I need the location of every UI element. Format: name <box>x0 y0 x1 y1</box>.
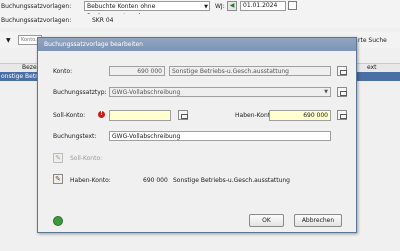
edit-booking-template-dialog: Buchungssatzvorlage bearbeiten Konto: 69… <box>37 37 357 233</box>
calendar-icon[interactable] <box>288 1 297 10</box>
booking-type-label: Buchungssatztyp: <box>53 89 107 96</box>
booking-type-details-button[interactable] <box>337 87 347 97</box>
booking-type-select: GWG-Vollabschreibung ▼ <box>109 87 331 97</box>
error-icon: ! <box>98 111 105 118</box>
credit-account-field[interactable]: 690 000 <box>269 110 331 121</box>
debit-account-field[interactable] <box>109 110 171 121</box>
account-name-field: Sonstige Betriebs-u.Gesch.ausstattung <box>169 66 331 76</box>
fiscal-year-field[interactable]: 01.01.2024 <box>240 1 286 11</box>
previous-year-button[interactable]: ◀ <box>227 1 237 11</box>
help-icon[interactable] <box>53 216 63 226</box>
credit-account-row-label: Haben-Konto: <box>70 177 111 184</box>
expand-icon[interactable]: ▼ <box>6 37 11 44</box>
template-filter-select[interactable]: Bebuchte Konten ohne Buchungssatzvorlage… <box>84 1 210 20</box>
chart-of-accounts-label: Buchungssatzvorlagen: <box>1 17 72 24</box>
template-filter-label: Buchungssatzvorlagen: <box>1 3 72 10</box>
edit-credit-account-button[interactable]: ✎ <box>53 174 63 184</box>
chevron-down-icon: ▼ <box>324 89 328 95</box>
booking-type-value: GWG-Vollabschreibung <box>112 89 181 96</box>
account-label: Konto: <box>53 68 73 75</box>
debit-account-lookup-button[interactable] <box>178 110 188 120</box>
booking-text-field[interactable]: GWG-Vollabschreibung <box>109 131 331 141</box>
dialog-title: Buchungssatzvorlage bearbeiten <box>38 38 356 51</box>
extended-search-link[interactable]: rte Suche <box>358 37 387 44</box>
fiscal-year-label: WJ: <box>215 3 225 10</box>
credit-account-row-name: Sonstige Betriebs-u.Gesch.ausstattung <box>173 177 290 184</box>
account-details-button[interactable] <box>337 66 347 76</box>
cancel-button[interactable]: Abbrechen <box>294 214 342 227</box>
debit-account-label: Soll-Konto: <box>53 112 86 119</box>
debit-account-row-label: Soll-Konto: <box>70 155 103 162</box>
credit-account-row-number: 690 000 <box>143 177 168 184</box>
booking-text-label: Buchungstext: <box>53 133 97 140</box>
credit-account-lookup-button[interactable] <box>337 110 347 120</box>
column-header-description[interactable]: Bezei <box>22 64 38 71</box>
chevron-down-icon: ▼ <box>204 4 208 10</box>
edit-debit-account-button[interactable]: ✎ <box>53 153 63 163</box>
column-header-text[interactable]: ext <box>367 64 377 71</box>
account-number-field: 690 000 <box>109 66 165 76</box>
chart-of-accounts-value: SKR 04 <box>92 17 114 24</box>
ok-button[interactable]: OK <box>249 214 284 227</box>
